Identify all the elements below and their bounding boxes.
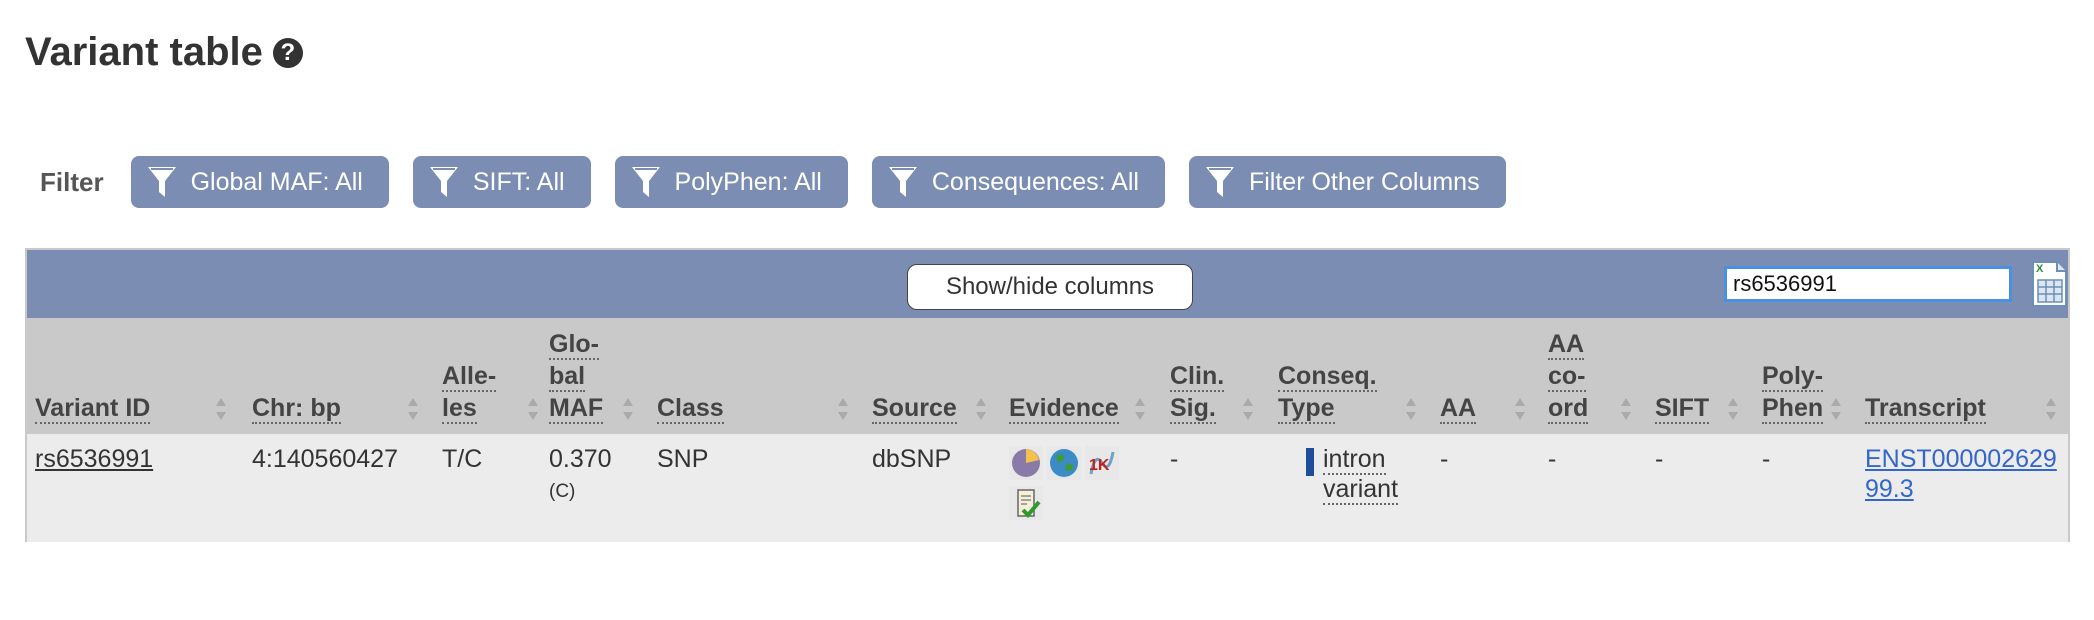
col-chr-bp[interactable]: Chr: bp — [252, 392, 341, 424]
funnel-icon — [1205, 167, 1234, 197]
col-clin-sig[interactable]: Clin. Sig. — [1170, 360, 1225, 424]
polyphen-cell: - — [1762, 445, 1771, 473]
page-title: Variant table ? — [25, 30, 303, 75]
filter-sift-label: SIFT: All — [472, 167, 565, 196]
aa-cell: - — [1440, 445, 1449, 473]
sort-icon[interactable] — [2045, 394, 2057, 424]
filter-label: Filter — [40, 166, 104, 197]
chr-bp-cell: 4:140560427 — [252, 445, 398, 473]
filter-global-maf-button[interactable]: Global MAF: All — [130, 156, 389, 208]
col-alleles[interactable]: Alle-les — [442, 360, 497, 424]
sift-cell: - — [1655, 445, 1664, 473]
table-toolbar: Show/hide columns X — [27, 250, 2068, 318]
funnel-icon — [429, 167, 458, 197]
filter-consequences-label: Consequences: All — [931, 167, 1139, 196]
col-variant-id[interactable]: Variant ID — [35, 392, 151, 424]
sort-icon[interactable] — [1620, 394, 1632, 424]
source-cell: dbSNP — [872, 445, 952, 473]
maf-value: 0.370 — [549, 445, 612, 473]
col-source[interactable]: Source — [872, 392, 957, 424]
filter-other-columns-button[interactable]: Filter Other Columns — [1188, 156, 1506, 208]
variant-table: Show/hide columns X Variant ID Chr: bp A… — [25, 248, 2070, 542]
svg-text:X: X — [2036, 263, 2044, 275]
table-search-input[interactable] — [1724, 266, 2012, 302]
filter-global-maf-label: Global MAF: All — [190, 167, 363, 196]
sort-icon[interactable] — [1830, 394, 1842, 424]
sort-icon[interactable] — [975, 394, 987, 424]
sort-icon[interactable] — [1242, 394, 1254, 424]
funnel-icon — [631, 167, 660, 197]
hapmap-icon[interactable] — [1047, 446, 1081, 480]
sort-icon[interactable] — [1727, 394, 1739, 424]
aa-coord-cell: - — [1548, 445, 1557, 473]
col-transcript[interactable]: Transcript — [1865, 392, 1986, 424]
table-header: Variant ID Chr: bp Alle-les Glo-bal MAF C… — [27, 318, 2068, 434]
clin-sig-cell: - — [1170, 445, 1179, 473]
col-aa[interactable]: AA — [1440, 392, 1477, 424]
sort-icon[interactable] — [622, 394, 634, 424]
sort-icon[interactable] — [1405, 394, 1417, 424]
transcript-link[interactable]: ENST000002629 99.3 — [1865, 445, 2057, 503]
col-conseq-type[interactable]: Conseq. Type — [1278, 360, 1377, 424]
filter-polyphen-label: PolyPhen: All — [674, 167, 822, 196]
sort-icon[interactable] — [1514, 394, 1526, 424]
page-title-text: Variant table — [25, 30, 263, 74]
sort-icon[interactable] — [527, 394, 539, 424]
sort-icon[interactable] — [407, 394, 419, 424]
maf-allele: (C) — [549, 481, 576, 502]
class-cell: SNP — [657, 445, 709, 473]
evidence-cell: 1K — [1009, 446, 1139, 520]
filter-consequences-button[interactable]: Consequences: All — [871, 156, 1165, 208]
funnel-icon — [888, 167, 917, 197]
funnel-icon — [147, 167, 176, 197]
filter-sift-button[interactable]: SIFT: All — [412, 156, 591, 208]
frequency-icon[interactable] — [1009, 446, 1043, 480]
show-hide-columns-button[interactable]: Show/hide columns — [907, 264, 1193, 310]
excel-export-icon[interactable]: X — [2029, 260, 2069, 308]
filter-other-columns-label: Filter Other Columns — [1248, 167, 1480, 196]
help-icon[interactable]: ? — [272, 37, 303, 68]
alleles-cell: T/C — [442, 445, 483, 473]
filter-polyphen-button[interactable]: PolyPhen: All — [614, 156, 848, 208]
sort-icon[interactable] — [215, 394, 227, 424]
col-class[interactable]: Class — [657, 392, 724, 424]
filter-bar: Filter Global MAF: All SIFT: All PolyPhe… — [40, 156, 1530, 208]
maf-cell: 0.370 (C) — [549, 444, 612, 507]
col-aa-coord[interactable]: AA co-ord — [1548, 328, 1589, 424]
consequence-color-bar — [1306, 448, 1314, 476]
sort-icon[interactable] — [837, 394, 849, 424]
transcript-cell: ENST000002629 99.3 — [1865, 444, 2057, 504]
col-global-maf[interactable]: Glo-bal MAF — [549, 328, 604, 424]
svg-text:1K: 1K — [1089, 457, 1110, 474]
table-row: rs6536991 4:140560427 T/C 0.370 (C) SNP … — [27, 434, 2068, 542]
col-polyphen[interactable]: Poly- Phen — [1762, 360, 1824, 424]
1000genomes-icon[interactable]: 1K — [1085, 446, 1119, 480]
cited-icon[interactable] — [1009, 486, 1043, 520]
variant-id-link[interactable]: rs6536991 — [35, 445, 153, 473]
col-evidence[interactable]: Evidence — [1009, 392, 1119, 424]
col-sift[interactable]: SIFT — [1655, 392, 1710, 424]
sort-icon[interactable] — [1134, 394, 1146, 424]
conseq-type-cell[interactable]: intron variant — [1323, 444, 1399, 505]
